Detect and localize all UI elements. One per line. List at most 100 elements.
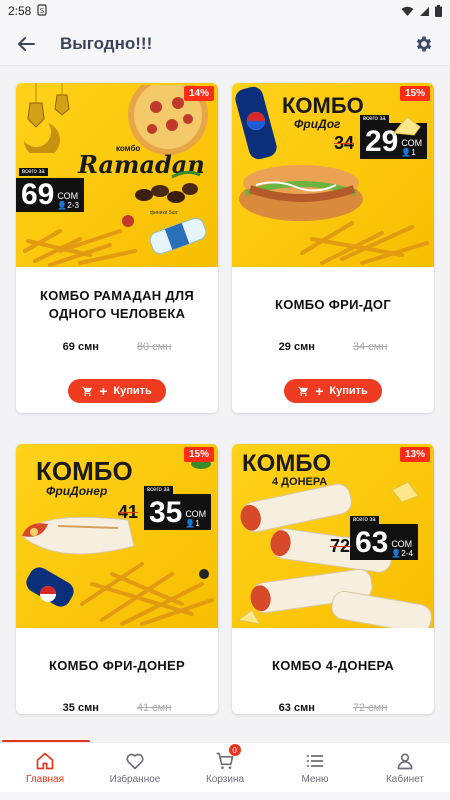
nav-label: Корзина [205,773,245,785]
product-price: 69 смн [62,341,99,353]
art-currency: СОМ [57,191,79,201]
lantern-decoration [24,83,70,153]
art-combo-label: КОМБО [242,450,332,477]
cheese-illustration [393,116,421,136]
cart-icon [82,386,93,396]
discount-badge: 13% [399,447,430,462]
product-image[interactable]: КОМБО ФриДонер 41 всего за 35 СОМ 👤1 15% [16,444,218,628]
soda-bottle-illustration [26,567,74,607]
art-price-box: 63 СОМ 👤2-4 [350,524,418,560]
product-card[interactable]: КОМБО ФриДог 34 всего за 29 СОМ 👤1 15% К… [232,83,434,413]
price-row: 69 смн 80 смн [16,341,218,353]
art-price-box: 35 СОМ 👤1 [144,494,212,530]
art-caption: всего за [144,486,173,494]
buy-label: Купить [329,385,368,397]
system-bar [0,792,450,800]
plus-icon: + [99,383,108,399]
status-time: 2:58 [8,4,32,18]
art-currency: СОМ [391,539,413,549]
art-persons: 2-4 [401,549,413,558]
discount-badge: 14% [183,86,214,101]
nav-home[interactable]: Главная [0,743,90,792]
art-currency: СОМ [401,138,423,148]
settings-button[interactable] [410,30,438,58]
product-card[interactable]: КОМБО 4 ДОНЕРА 72 всего за 63 СОМ 👤2-4 1 [232,444,434,714]
art-price: 35 [149,496,183,529]
nav-cart[interactable]: 0 Корзина [180,743,270,792]
page-title: Выгодно!!! [60,33,153,53]
product-name: КОМБО РАМАДАН ДЛЯ ОДНОГО ЧЕЛОВЕКА [39,288,195,321]
gear-icon [416,36,432,51]
product-name: КОМБО 4-ДОНЕРА [271,658,395,673]
product-image[interactable]: комбо Ramadan всего за 69 СОМ 👤2-3 финик… [16,83,218,267]
price-row: 29 смн 34 смн [232,341,434,353]
fries-illustration [80,562,214,626]
product-image[interactable]: КОМБО ФриДог 34 всего за 29 СОМ 👤1 15% [232,83,434,267]
art-caption: всего за [350,516,379,524]
back-button[interactable] [12,30,40,58]
buy-button[interactable]: + Купить [284,379,382,403]
product-old-price: 80 смн [136,341,172,353]
product-old-price: 34 смн [352,341,388,353]
product-price: 63 смн [278,702,315,714]
signal-icon [420,6,429,16]
buy-button[interactable]: + Купить [68,379,166,403]
buy-label: Купить [113,385,152,397]
discount-badge: 15% [183,447,214,462]
art-caption: всего за [360,115,389,123]
menu-icon [306,754,324,767]
price-row: 63 смн 72 смн [232,702,434,714]
art-currency: СОМ [185,509,207,519]
product-grid[interactable]: комбо Ramadan всего за 69 СОМ 👤2-3 финик… [0,68,450,740]
nav-label: Меню [301,773,329,785]
product-old-price: 41 смн [136,702,172,714]
art-persons: 2-3 [67,201,79,210]
art-title: ФриДонер [46,484,108,498]
product-name: КОМБО ФРИ-ДОНЕР [49,658,185,673]
nav-account[interactable]: Кабинет [360,743,450,792]
fries-illustration [23,215,137,267]
art-price: 63 [355,526,389,559]
battery-icon [435,5,442,17]
art-caption: всего за [19,168,48,176]
art-combo-label: КОМБО [36,456,133,486]
nav-menu[interactable]: Меню [270,743,360,792]
product-card[interactable]: КОМБО ФриДонер 41 всего за 35 СОМ 👤1 15%… [16,444,218,714]
nav-favorites[interactable]: Избранное [90,743,180,792]
art-persons: 1 [411,148,416,157]
svg-text:S: S [40,7,45,15]
price-row: 35 смн 41 смн [16,702,218,714]
arrow-left-icon [18,36,35,51]
product-name: КОМБО ФРИ-ДОГ [274,297,392,312]
sim-alert-icon: S [37,3,47,19]
heart-icon [126,753,144,769]
product-price: 35 смн [62,702,99,714]
cart-count-badge: 0 [228,744,241,756]
home-icon [36,752,54,769]
fries-illustration [300,221,429,265]
art-price-box: 69 СОМ 👤2-3 [16,178,84,212]
cart-icon [298,386,309,396]
product-price: 29 смн [278,341,315,353]
water-bottle-illustration [149,217,207,255]
nav-label: Избранное [109,773,161,785]
art-price: 69 [21,178,55,211]
art-old-price: 34 [334,133,355,153]
art-persons: 1 [195,519,200,528]
art-title: ФриДог [294,117,341,131]
dates-illustration [135,170,201,203]
bottom-nav: Главная Избранное 0 Корзина Меню Кабинет [0,742,450,792]
app-bar: Выгодно!!! [0,22,450,66]
soda-bottle-illustration [235,86,277,160]
wifi-icon [401,6,414,16]
product-old-price: 72 смн [352,702,388,714]
product-card[interactable]: комбо Ramadan всего за 69 СОМ 👤2-3 финик… [16,83,218,413]
nav-label: Кабинет [385,773,425,785]
discount-badge: 15% [399,86,430,101]
nav-label: Главная [25,773,65,785]
art-combo-label: КОМБО [282,93,364,118]
art-old-price: 72 [330,536,351,556]
plus-icon: + [315,383,324,399]
product-image[interactable]: КОМБО 4 ДОНЕРА 72 всего за 63 СОМ 👤2-4 1 [232,444,434,628]
user-icon [397,753,413,769]
